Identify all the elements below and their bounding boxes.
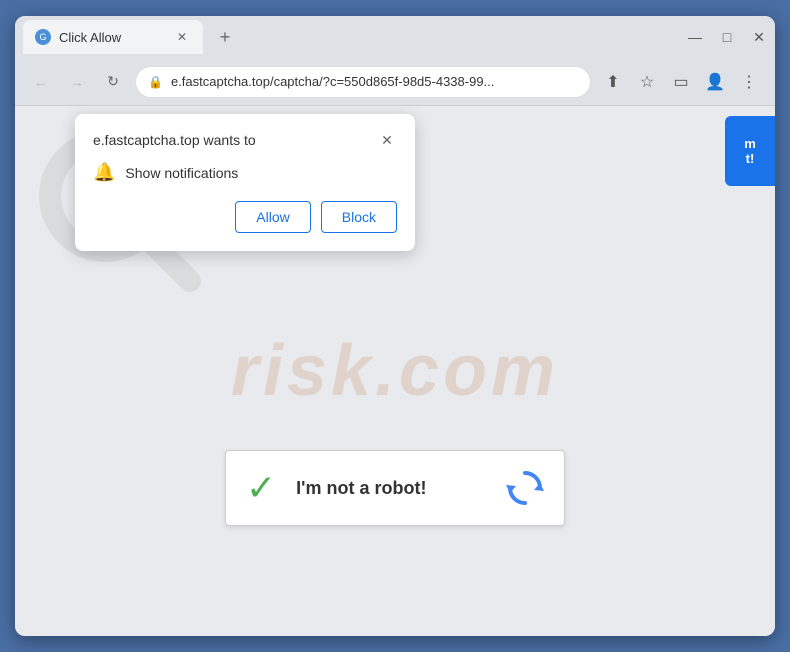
captcha-label: I'm not a robot! [296, 478, 486, 499]
browser-tab[interactable]: G Click Allow ✕ [23, 20, 203, 54]
blue-corner-button[interactable]: m t! [725, 116, 775, 186]
notification-popup: e.fastcaptcha.top wants to ✕ 🔔 Show noti… [75, 114, 415, 251]
reload-button[interactable]: ↻ [99, 68, 127, 96]
nav-bar: ← → ↻ 🔒 e.fastcaptcha.top/captcha/?c=550… [15, 58, 775, 106]
browser-window: G Click Allow ✕ + — □ ✕ ← → ↻ 🔒 e.fastca… [15, 16, 775, 636]
popup-notification-row: 🔔 Show notifications [93, 162, 397, 183]
allow-button[interactable]: Allow [235, 201, 310, 233]
popup-close-button[interactable]: ✕ [377, 130, 397, 150]
minimize-button[interactable]: — [687, 29, 703, 45]
back-button[interactable]: ← [27, 68, 55, 96]
recaptcha-logo [506, 469, 544, 507]
nav-actions: ⬆ ☆ ▭ 👤 ⋮ [599, 68, 763, 96]
address-bar[interactable]: 🔒 e.fastcaptcha.top/captcha/?c=550d865f-… [135, 66, 591, 98]
popup-buttons: Allow Block [93, 201, 397, 233]
close-window-button[interactable]: ✕ [751, 29, 767, 45]
captcha-checkmark: ✓ [246, 467, 276, 509]
tab-favicon: G [35, 29, 51, 45]
share-button[interactable]: ⬆ [599, 68, 627, 96]
tab-title: Click Allow [59, 30, 165, 45]
popup-header: e.fastcaptcha.top wants to ✕ [93, 130, 397, 150]
forward-button[interactable]: → [63, 68, 91, 96]
tab-close-button[interactable]: ✕ [173, 28, 191, 46]
page-content: risk.com m t! e.fastcaptcha.top wants to… [15, 106, 775, 636]
bell-icon: 🔔 [93, 162, 115, 183]
popup-notification-text: Show notifications [125, 165, 238, 181]
captcha-box: ✓ I'm not a robot! [225, 450, 565, 526]
popup-title: e.fastcaptcha.top wants to [93, 132, 256, 148]
new-tab-button[interactable]: + [211, 23, 239, 51]
menu-button[interactable]: ⋮ [735, 68, 763, 96]
watermark-text: risk.com [231, 330, 559, 412]
recaptcha-icon [506, 469, 544, 507]
block-button[interactable]: Block [321, 201, 397, 233]
title-bar: G Click Allow ✕ + — □ ✕ [15, 16, 775, 58]
window-controls: — □ ✕ [687, 29, 767, 45]
bookmark-button[interactable]: ☆ [633, 68, 661, 96]
lock-icon: 🔒 [148, 75, 163, 89]
sidebar-button[interactable]: ▭ [667, 68, 695, 96]
profile-button[interactable]: 👤 [701, 68, 729, 96]
address-text: e.fastcaptcha.top/captcha/?c=550d865f-98… [171, 74, 578, 89]
maximize-button[interactable]: □ [719, 29, 735, 45]
